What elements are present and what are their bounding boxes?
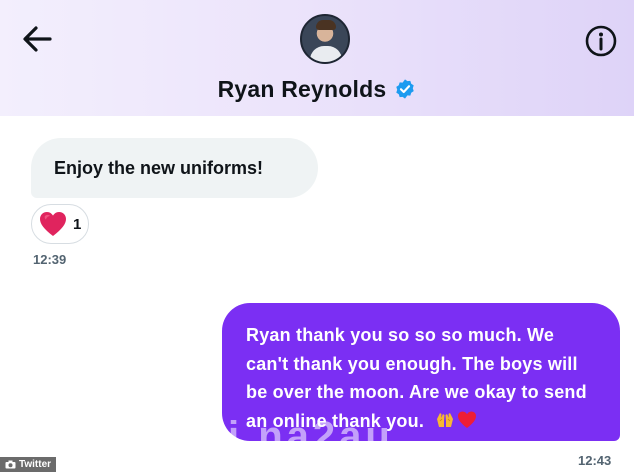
heart-icon <box>40 212 66 236</box>
heart-icon <box>458 411 477 428</box>
contact-name: Ryan Reynolds <box>217 75 387 102</box>
outgoing-message-timestamp: 12:43 <box>578 453 612 468</box>
incoming-message-timestamp: 12:39 <box>33 252 67 267</box>
avatar[interactable] <box>300 14 350 64</box>
contact-name-row[interactable]: Ryan Reynolds <box>0 74 634 104</box>
message-emoji-group <box>435 410 477 430</box>
outgoing-message-bubble[interactable]: Ryan thank you so so so much. We can't t… <box>222 303 620 441</box>
reaction-count: 1 <box>73 215 82 233</box>
incoming-message-text: Enjoy the new uniforms! <box>54 157 264 178</box>
arrow-left-icon <box>23 26 52 52</box>
raising-hands-icon <box>437 412 454 427</box>
camera-icon <box>5 460 16 469</box>
conversation-header: Ryan Reynolds <box>0 0 634 116</box>
back-button[interactable] <box>20 24 54 54</box>
outgoing-message-text: Ryan thank you so so so much. We can't t… <box>246 325 587 431</box>
message-reaction[interactable]: 1 <box>31 204 89 244</box>
source-watermark: Twitter <box>0 457 57 472</box>
incoming-message-bubble[interactable]: Enjoy the new uniforms! <box>31 138 318 198</box>
info-icon <box>585 25 617 57</box>
conversation-info-button[interactable] <box>584 24 618 58</box>
source-label: Twitter <box>19 459 52 470</box>
verified-badge-icon <box>396 79 415 99</box>
